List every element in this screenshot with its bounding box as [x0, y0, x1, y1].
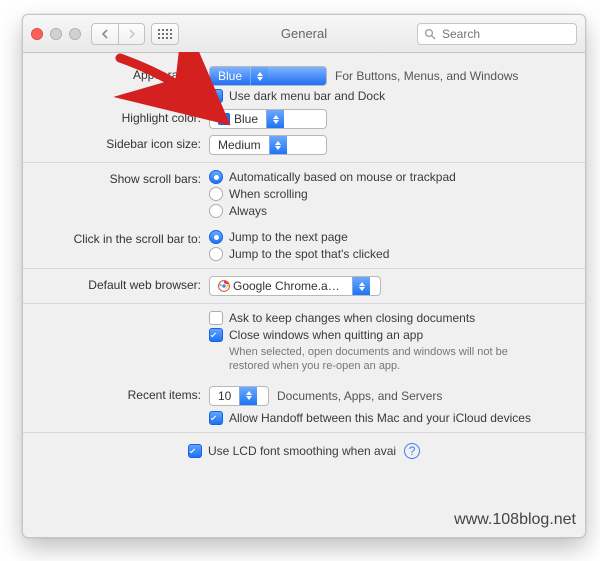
row-scrollbars: Show scroll bars: Automatically based on… — [35, 167, 573, 221]
label-appearance: Appearance: — [35, 66, 209, 82]
browser-value: Google Chrome.app (38.... — [210, 279, 352, 293]
traffic-lights — [31, 28, 81, 40]
radio-dot — [209, 247, 223, 261]
scrollbars-auto-label: Automatically based on mouse or trackpad — [229, 170, 456, 184]
scrollbars-auto-radio[interactable]: Automatically based on mouse or trackpad — [209, 170, 573, 184]
search-field[interactable] — [417, 23, 577, 45]
highlight-swatch-icon — [218, 113, 230, 125]
radio-dot — [209, 204, 223, 218]
handoff-label: Allow Handoff between this Mac and your … — [229, 411, 531, 425]
updown-icon — [269, 136, 287, 154]
nav-segmented — [91, 23, 145, 45]
content-area: Appearance: Blue For Buttons, Menus, and… — [23, 53, 585, 469]
label-recent: Recent items: — [35, 386, 209, 402]
scrollbars-when-radio[interactable]: When scrolling — [209, 187, 573, 201]
separator — [23, 162, 585, 163]
back-button[interactable] — [92, 24, 118, 44]
row-highlight: Highlight color: Blue — [35, 106, 573, 132]
search-icon — [424, 28, 436, 40]
radio-dot — [209, 170, 223, 184]
scrollbars-when-label: When scrolling — [229, 187, 308, 201]
checkbox-box — [209, 89, 223, 103]
highlight-value: Blue — [210, 112, 266, 126]
recent-items-value: 10 — [210, 389, 239, 403]
ask-changes-label: Ask to keep changes when closing documen… — [229, 311, 475, 325]
checkmark-icon — [189, 446, 196, 456]
updown-icon — [266, 110, 284, 128]
close-windows-label: Close windows when quitting an app — [229, 328, 423, 342]
checkbox-box — [209, 411, 223, 425]
row-recent: Recent items: 10 Documents, Apps, and Se… — [35, 383, 573, 428]
click-scroll-next-radio[interactable]: Jump to the next page — [209, 230, 573, 244]
label-scrollbars: Show scroll bars: — [35, 170, 209, 186]
separator — [23, 268, 585, 269]
handoff-checkbox[interactable]: Allow Handoff between this Mac and your … — [209, 411, 573, 425]
close-windows-checkbox[interactable]: Close windows when quitting an app — [209, 328, 573, 342]
checkmark-icon — [210, 91, 217, 101]
show-all-button[interactable] — [151, 23, 179, 45]
appearance-select[interactable]: Blue — [209, 66, 327, 86]
label-click-scroll: Click in the scroll bar to: — [35, 230, 209, 246]
checkmark-icon — [210, 413, 217, 423]
updown-icon — [352, 277, 370, 295]
help-button[interactable]: ? — [404, 443, 420, 459]
separator — [23, 432, 585, 433]
radio-dot — [209, 230, 223, 244]
row-browser: Default web browser: Google C — [35, 273, 573, 299]
click-scroll-next-label: Jump to the next page — [229, 230, 348, 244]
titlebar: General — [23, 15, 585, 53]
recent-items-suffix: Documents, Apps, and Servers — [277, 389, 442, 403]
minimize-button[interactable] — [50, 28, 62, 40]
chrome-icon — [218, 280, 230, 292]
click-scroll-spot-label: Jump to the spot that's clicked — [229, 247, 389, 261]
lcd-smoothing-label: Use LCD font smoothing when avai — [208, 444, 396, 458]
close-windows-note: When selected, open documents and window… — [209, 345, 509, 374]
row-appearance: Appearance: Blue For Buttons, Menus, and… — [35, 63, 573, 106]
grid-icon — [158, 29, 172, 39]
recent-items-select[interactable]: 10 — [209, 386, 269, 406]
close-button[interactable] — [31, 28, 43, 40]
chevron-right-icon — [128, 29, 136, 39]
browser-select[interactable]: Google Chrome.app (38.... — [209, 276, 381, 296]
lcd-smoothing-checkbox[interactable]: Use LCD font smoothing when avai — [188, 444, 396, 458]
row-click-scroll: Click in the scroll bar to: Jump to the … — [35, 227, 573, 264]
scrollbars-always-label: Always — [229, 204, 267, 218]
highlight-select[interactable]: Blue — [209, 109, 327, 129]
sidebar-size-select[interactable]: Medium — [209, 135, 327, 155]
dark-menu-checkbox[interactable]: Use dark menu bar and Dock — [209, 89, 573, 103]
dark-menu-label: Use dark menu bar and Dock — [229, 89, 385, 103]
label-sidebar: Sidebar icon size: — [35, 135, 209, 151]
chevron-left-icon — [101, 29, 109, 39]
checkmark-icon — [210, 330, 217, 340]
updown-icon — [239, 387, 257, 405]
appearance-value: Blue — [210, 69, 250, 83]
separator — [23, 303, 585, 304]
click-scroll-spot-radio[interactable]: Jump to the spot that's clicked — [209, 247, 573, 261]
search-input[interactable] — [440, 26, 570, 42]
updown-icon — [250, 67, 268, 85]
row-lcd: Use LCD font smoothing when avai ? — [35, 437, 573, 463]
checkbox-box — [188, 444, 202, 458]
checkbox-box — [209, 328, 223, 342]
checkbox-box — [209, 311, 223, 325]
label-browser: Default web browser: — [35, 276, 209, 292]
radio-dot — [209, 187, 223, 201]
preferences-window: General Appearance: Blue For Buttons, Me… — [22, 14, 586, 538]
sidebar-size-value: Medium — [210, 138, 269, 152]
row-documents: Ask to keep changes when closing documen… — [35, 308, 573, 377]
scrollbars-always-radio[interactable]: Always — [209, 204, 573, 218]
maximize-button[interactable] — [69, 28, 81, 40]
ask-changes-checkbox[interactable]: Ask to keep changes when closing documen… — [209, 311, 573, 325]
label-highlight: Highlight color: — [35, 109, 209, 125]
appearance-hint: For Buttons, Menus, and Windows — [335, 69, 518, 83]
forward-button[interactable] — [118, 24, 144, 44]
row-sidebar-size: Sidebar icon size: Medium — [35, 132, 573, 158]
